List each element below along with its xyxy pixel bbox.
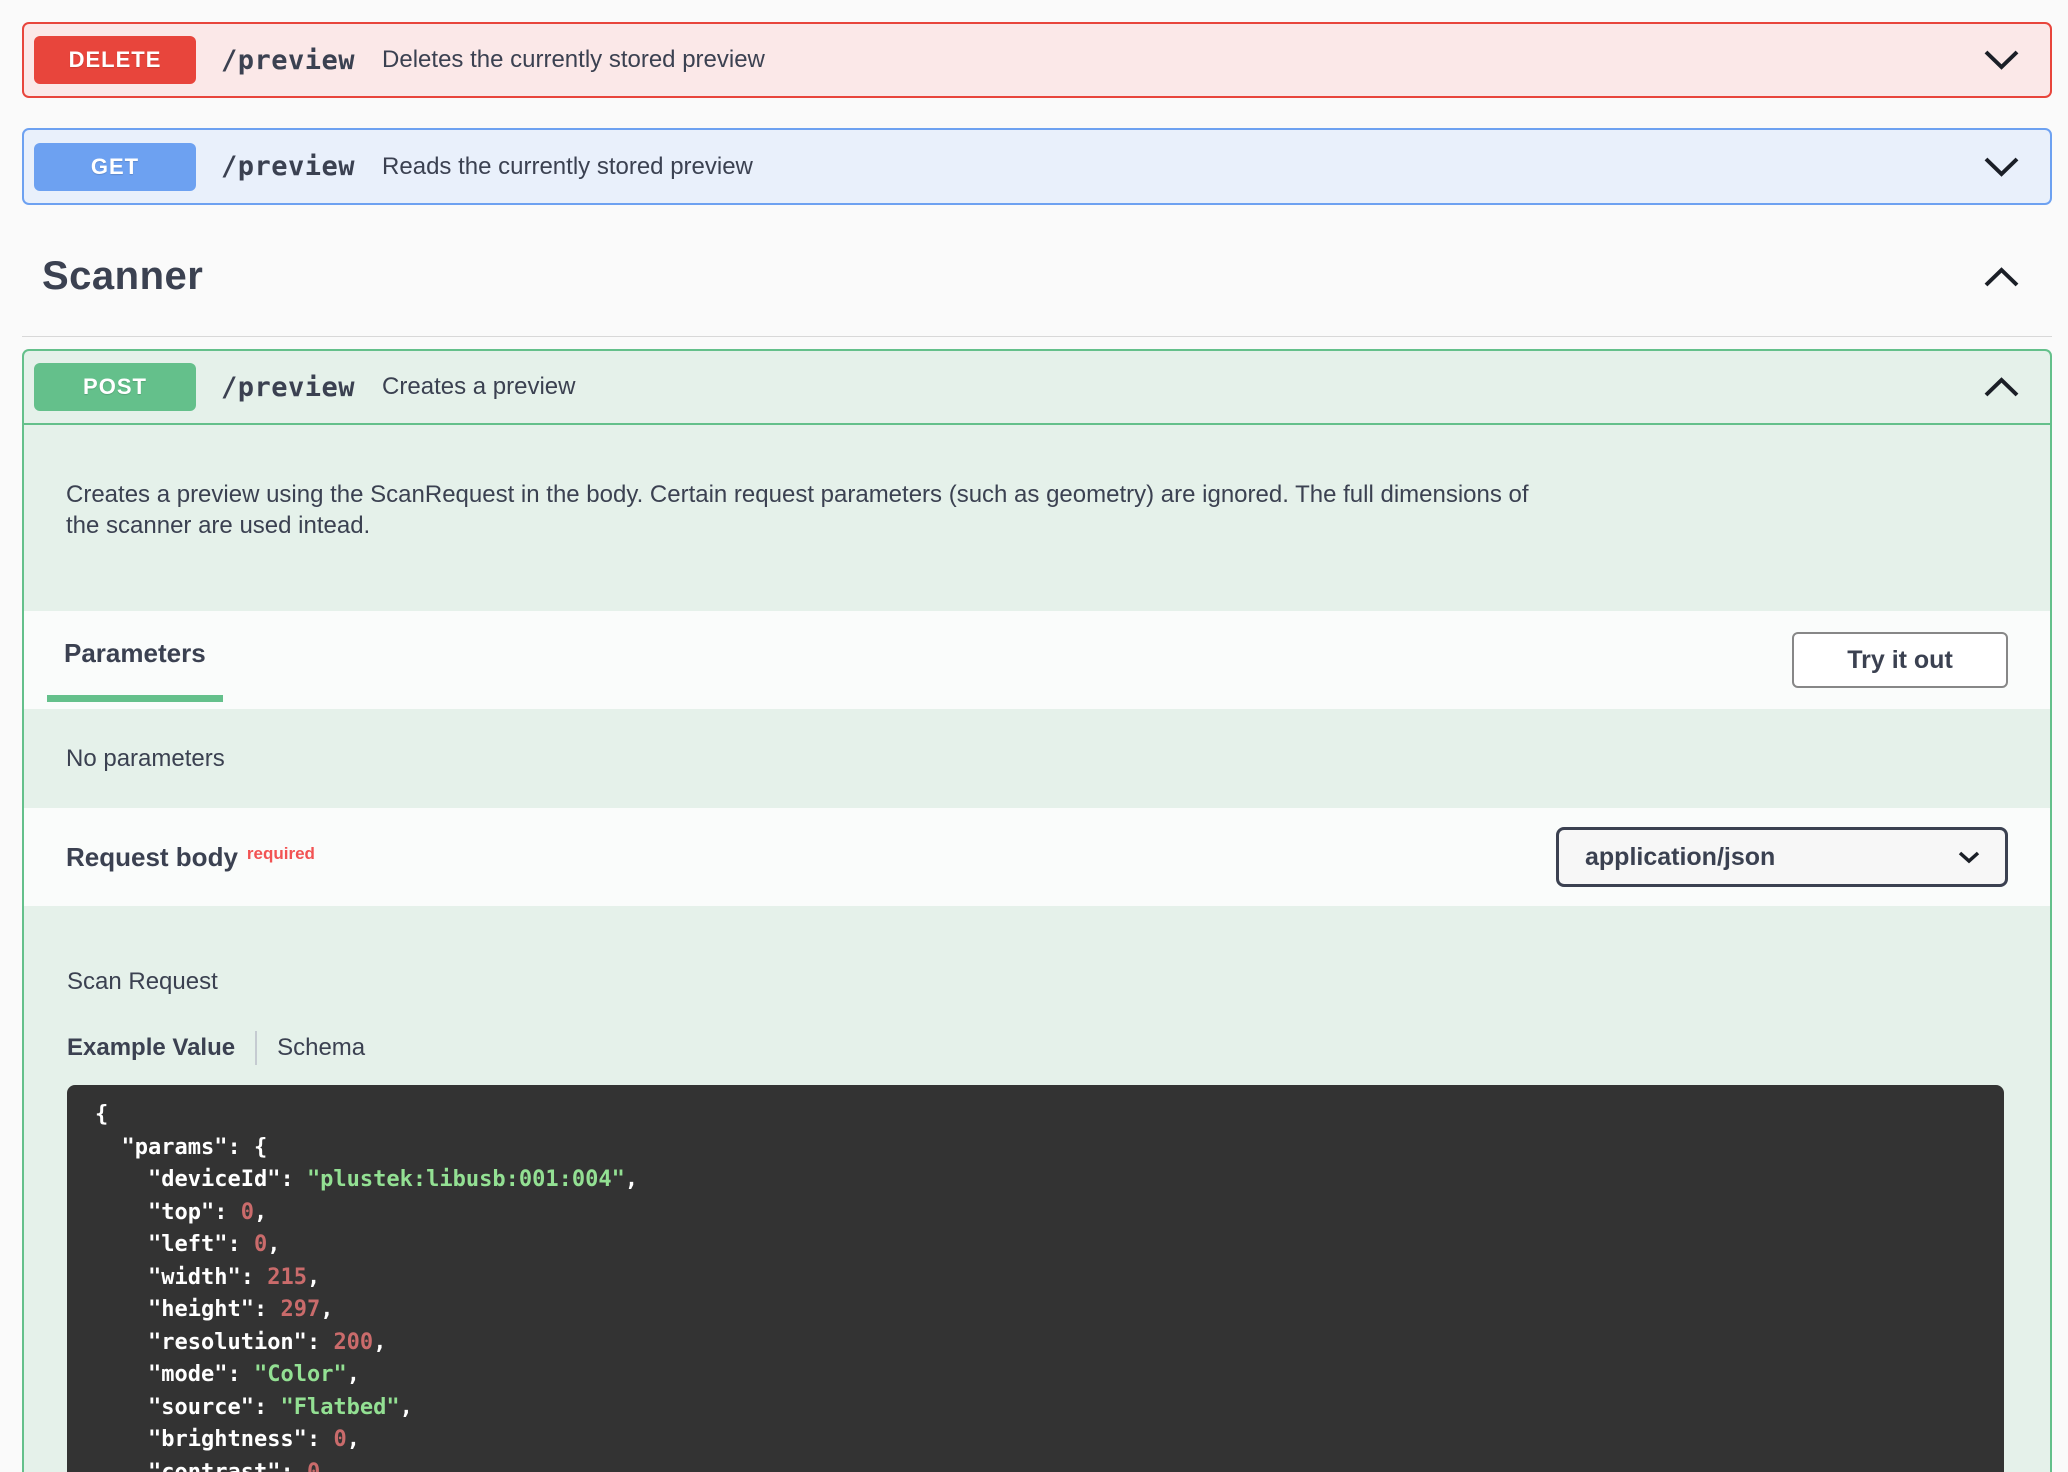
- no-parameters-message: No parameters: [24, 709, 2050, 808]
- method-badge-post: POST: [34, 363, 196, 411]
- endpoint-delete-path: /preview: [221, 45, 355, 76]
- chevron-down-icon[interactable]: [1983, 49, 2020, 71]
- endpoint-get-summary[interactable]: GET /preview Reads the currently stored …: [24, 130, 2050, 203]
- endpoint-post-path: /preview: [221, 372, 355, 403]
- request-body-title: Request body required: [66, 842, 315, 873]
- tab-separator: [255, 1031, 257, 1065]
- endpoint-post-summary[interactable]: POST /preview Creates a preview: [24, 351, 2050, 425]
- endpoint-delete-description: Deletes the currently stored preview: [382, 46, 765, 74]
- operation-description: Creates a preview using the ScanRequest …: [24, 425, 2050, 611]
- tab-parameters-label: Parameters: [64, 638, 206, 669]
- endpoint-get-path: /preview: [221, 151, 355, 182]
- tab-schema[interactable]: Schema: [277, 1034, 365, 1062]
- content-type-value: application/json: [1585, 843, 1775, 872]
- method-badge-get: GET: [34, 143, 196, 191]
- section-title: Scanner: [42, 254, 203, 299]
- chevron-down-icon[interactable]: [1983, 156, 2020, 178]
- operation-description-text: Creates a preview using the ScanRequest …: [66, 479, 1566, 541]
- tab-parameters[interactable]: Parameters: [47, 611, 223, 702]
- required-badge: required: [247, 844, 315, 863]
- request-body-content: Scan Request Example Value Schema { "par…: [24, 906, 2050, 1472]
- request-body-label: Request body: [66, 842, 238, 872]
- schema-title: Scan Request: [67, 968, 2004, 996]
- chevron-down-icon: [1957, 850, 1981, 864]
- endpoint-get-description: Reads the currently stored preview: [382, 153, 753, 181]
- endpoint-post-description: Creates a preview: [382, 373, 575, 401]
- example-schema-tabs: Example Value Schema: [67, 1031, 2004, 1065]
- section-header-scanner[interactable]: Scanner: [22, 205, 2052, 337]
- tab-example-value[interactable]: Example Value: [67, 1034, 235, 1062]
- method-badge-delete: DELETE: [34, 36, 196, 84]
- request-body-header: Request body required application/json: [24, 808, 2050, 906]
- chevron-up-icon[interactable]: [1983, 266, 2020, 288]
- content-type-select[interactable]: application/json: [1556, 827, 2008, 887]
- try-it-out-button[interactable]: Try it out: [1792, 632, 2008, 688]
- endpoint-delete: DELETE /preview Deletes the currently st…: [22, 22, 2052, 98]
- endpoint-post: POST /preview Creates a preview Creates …: [22, 349, 2052, 1472]
- endpoint-delete-summary[interactable]: DELETE /preview Deletes the currently st…: [24, 24, 2050, 96]
- example-code: { "params": { "deviceId": "plustek:libus…: [67, 1085, 2004, 1472]
- endpoint-get: GET /preview Reads the currently stored …: [22, 128, 2052, 205]
- parameters-header: Parameters Try it out: [24, 611, 2050, 709]
- chevron-up-icon[interactable]: [1983, 376, 2020, 398]
